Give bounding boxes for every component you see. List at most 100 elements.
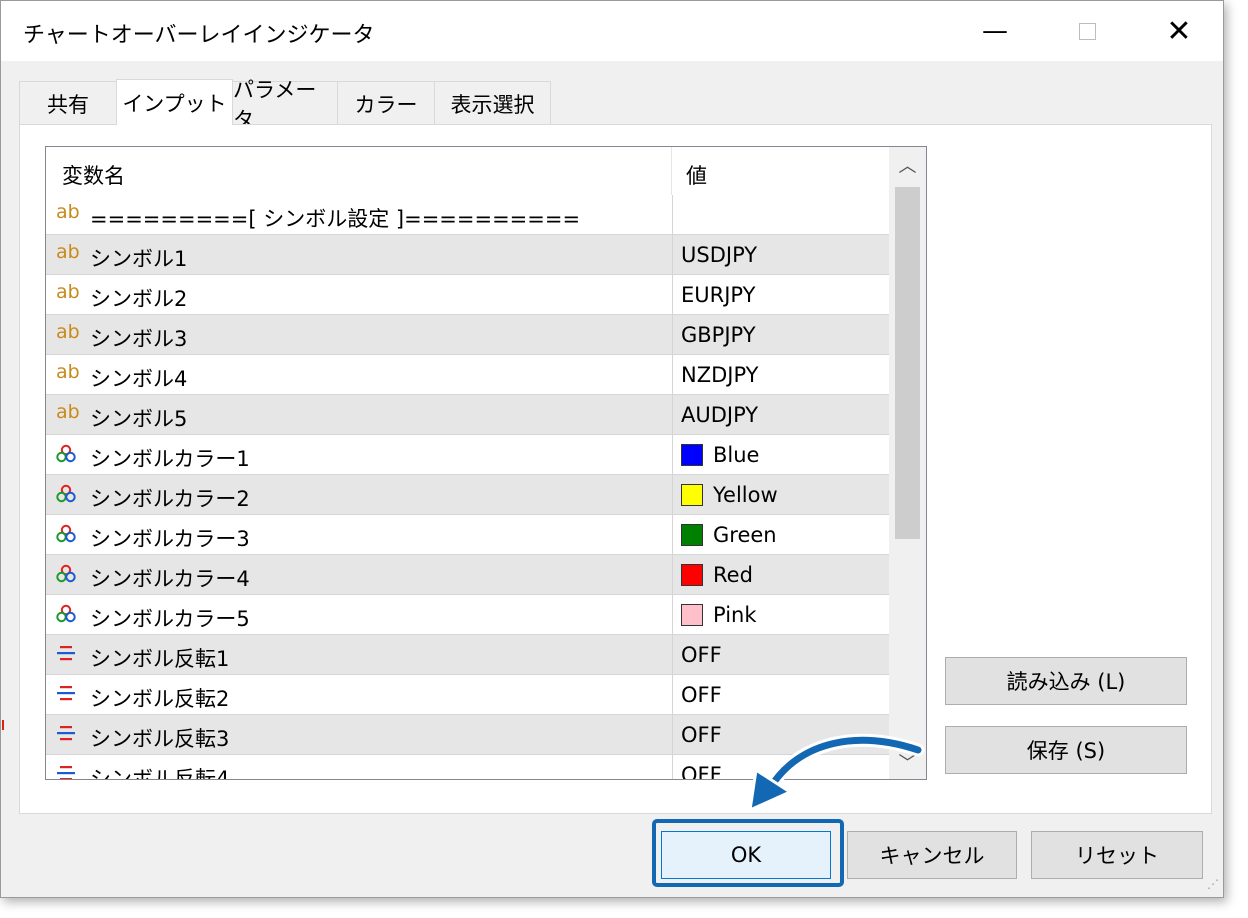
variable-name-cell[interactable]: ab シンボル1 [46,235,671,274]
variable-name: シンボル2 [90,287,188,311]
minimize-button[interactable]: — [949,1,1041,61]
color-swatch [681,444,703,466]
tab-parameters[interactable]: パラメータ [232,78,338,132]
color-swatch [681,564,703,586]
variable-name-cell[interactable]: シンボル反転4 [46,755,671,780]
vertical-scrollbar[interactable]: ︿ ﹀ [889,147,926,779]
grid-rows: ab =========[ シンボル設定 ]========== ab シンボル1 US… [46,195,889,780]
variable-name-cell[interactable]: シンボル反転3 [46,715,671,754]
reset-button[interactable]: リセット [1031,831,1203,879]
string-type-icon: ab [56,201,80,223]
table-row[interactable]: ab シンボル2 EURJPY [46,275,889,315]
variable-name-cell[interactable]: シンボル反転2 [46,675,671,714]
color-value: Red [713,563,753,587]
variable-name: シンボル反転1 [90,647,230,671]
variable-name-cell[interactable]: シンボル反転1 [46,635,671,674]
value-cell[interactable]: Red [672,555,890,594]
variable-name: シンボルカラー5 [90,607,250,631]
variable-name-cell[interactable]: ab シンボル5 [46,395,671,434]
table-row[interactable]: シンボルカラー2 Yellow [46,475,889,515]
header-variable-name[interactable]: 変数名 [62,160,125,190]
variable-name-cell[interactable]: シンボルカラー5 [46,595,671,634]
tab-inputs[interactable]: インプット [116,79,233,125]
enum-type-icon [54,642,80,666]
grid-header: 変数名 値 [46,147,888,195]
scroll-up-icon[interactable]: ︿ [889,147,926,183]
table-row[interactable]: シンボルカラー1 Blue [46,435,889,475]
table-row[interactable]: シンボルカラー4 Red [46,555,889,595]
value-text: EURJPY [681,283,756,307]
value-cell[interactable]: Yellow [672,475,890,514]
variable-name: シンボル5 [90,407,188,431]
tab-colors[interactable]: カラー [337,81,435,125]
maximize-button[interactable] [1041,1,1133,61]
variable-name-cell[interactable]: ab シンボル3 [46,315,671,354]
table-row[interactable]: シンボル反転2 OFF [46,675,889,715]
table-row[interactable]: ab シンボル4 NZDJPY [46,355,889,395]
value-cell[interactable]: Pink [672,595,890,634]
table-row[interactable]: ab =========[ シンボル設定 ]========== [46,195,889,235]
value-text: OFF [681,723,722,747]
color-swatch [681,604,703,626]
color-value: Blue [713,443,760,467]
dialog-window: チャートオーバーレイインジケータ — ✕ 共有 インプット パラメータ カラー … [0,0,1224,898]
save-button[interactable]: 保存 (S) [945,726,1187,774]
value-cell[interactable]: OFF [672,675,890,714]
inputs-grid[interactable]: 変数名 値 ab =========[ シンボル設定 ]========== ab シ… [45,146,927,780]
value-cell[interactable]: EURJPY [672,275,890,314]
load-button[interactable]: 読み込み (L) [945,657,1187,705]
color-value: Green [713,523,777,547]
color-type-icon [54,522,80,546]
header-separator[interactable] [671,147,672,195]
resize-grip-icon[interactable]: ⋰ [1207,877,1219,891]
value-cell[interactable] [672,195,890,234]
value-text: NZDJPY [681,363,759,387]
variable-name: シンボルカラー3 [90,527,250,551]
value-cell[interactable]: OFF [672,635,890,674]
variable-name-cell[interactable]: シンボルカラー1 [46,435,671,474]
variable-name-cell[interactable]: シンボルカラー3 [46,515,671,554]
color-swatch [681,484,703,506]
value-text: OFF [681,763,722,780]
variable-name: シンボル反転3 [90,727,230,751]
string-type-icon: ab [56,241,80,263]
tab-shared[interactable]: 共有 [19,81,117,125]
value-cell[interactable]: Green [672,515,890,554]
window-title: チャートオーバーレイインジケータ [23,23,375,48]
value-cell[interactable]: NZDJPY [672,355,890,394]
value-cell[interactable]: AUDJPY [672,395,890,434]
color-type-icon [54,562,80,586]
variable-name-cell[interactable]: シンボルカラー2 [46,475,671,514]
variable-name: シンボル反転4 [90,767,230,780]
string-type-icon: ab [56,361,80,383]
variable-name: シンボルカラー1 [90,447,250,471]
table-row[interactable]: ab シンボル5 AUDJPY [46,395,889,435]
table-row[interactable]: ab シンボル1 USDJPY [46,235,889,275]
tab-visualization[interactable]: 表示選択 [434,81,551,125]
variable-name-cell[interactable]: シンボルカラー4 [46,555,671,594]
table-row[interactable]: ab シンボル3 GBPJPY [46,315,889,355]
table-row[interactable]: シンボルカラー5 Pink [46,595,889,635]
table-row[interactable]: シンボルカラー3 Green [46,515,889,555]
pointer-arrow-icon [748,733,925,812]
close-button[interactable]: ✕ [1133,1,1225,61]
title-bar[interactable]: チャートオーバーレイインジケータ — ✕ [1,1,1223,61]
edge-mark [2,720,4,730]
value-cell[interactable]: USDJPY [672,235,890,274]
variable-name-cell[interactable]: ab =========[ シンボル設定 ]========== [46,195,671,234]
header-value[interactable]: 値 [686,160,707,190]
cancel-button[interactable]: キャンセル [847,831,1017,879]
scroll-thumb[interactable] [895,187,920,539]
variable-name: シンボルカラー4 [90,567,250,591]
variable-name-cell[interactable]: ab シンボル4 [46,355,671,394]
color-type-icon [54,442,80,466]
value-text: OFF [681,643,722,667]
value-text: USDJPY [681,243,758,267]
variable-name-cell[interactable]: ab シンボル2 [46,275,671,314]
variable-name: シンボル1 [90,247,188,271]
value-cell[interactable]: GBPJPY [672,315,890,354]
value-cell[interactable]: Blue [672,435,890,474]
string-type-icon: ab [56,281,80,303]
table-row[interactable]: シンボル反転1 OFF [46,635,889,675]
value-text: OFF [681,683,722,707]
